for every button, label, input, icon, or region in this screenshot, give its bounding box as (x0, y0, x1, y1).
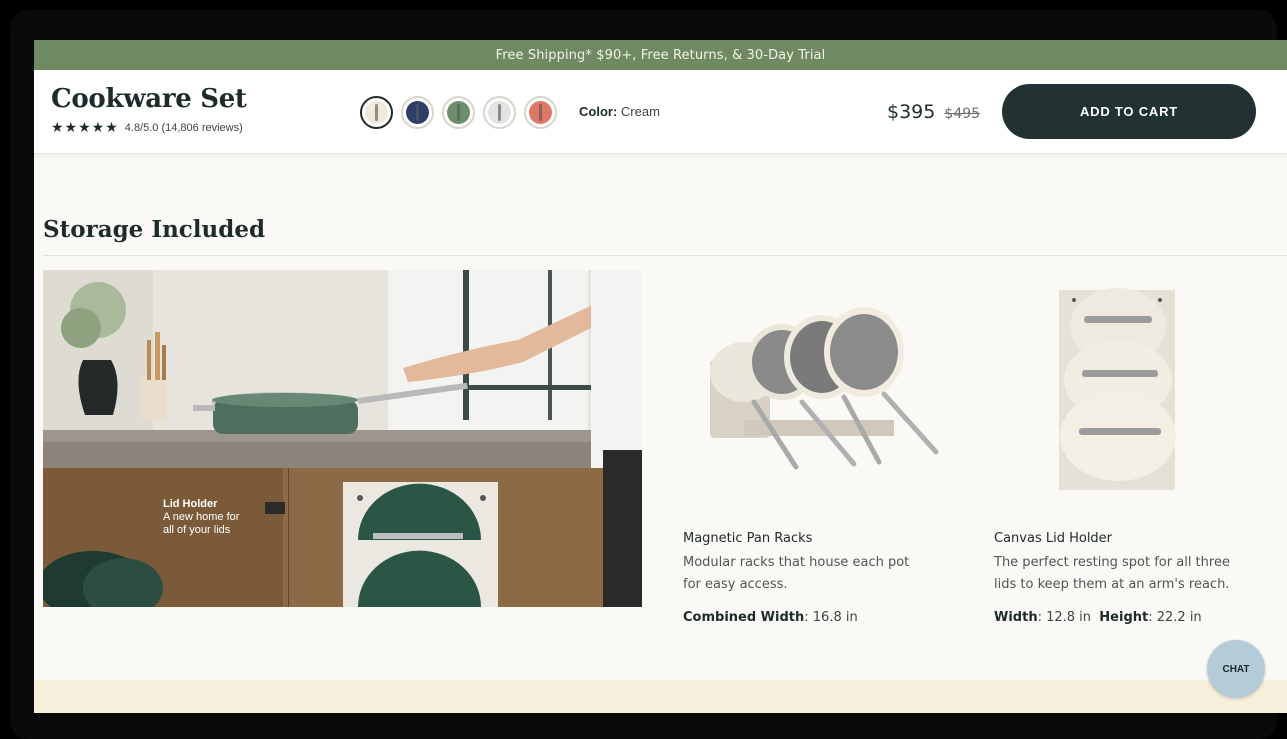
swatch-terracotta[interactable] (524, 96, 557, 129)
hero-caption: Lid Holder A new home for all of your li… (163, 498, 239, 537)
swatch-sage[interactable] (442, 96, 475, 129)
chat-button[interactable]: CHAT (1207, 640, 1265, 698)
dimension-height-label: Height (1099, 610, 1149, 625)
promo-text: Free Shipping* $90+, Free Returns, & 30-… (495, 47, 826, 63)
color-label-key: Color: (579, 104, 618, 119)
product-description: Modular racks that house each pot for ea… (683, 552, 973, 596)
color-label-value: Cream (620, 104, 660, 119)
product-title: Cookware Set (51, 84, 247, 114)
swatch-cream-color (365, 101, 388, 124)
kitchen-hero-image: Lid Holder A new home for all of your li… (43, 270, 642, 607)
dimension-value: : 16.8 in (804, 610, 858, 625)
product-name: Canvas Lid Holder (994, 531, 1113, 546)
section-divider (43, 255, 1287, 256)
next-section-band (34, 680, 1287, 713)
price: $395 $495 (887, 101, 980, 123)
product-name: Magnetic Pan Racks (683, 531, 813, 546)
product-sticky-bar: Cookware Set ★★★★★ 4.8/5.0 (14,806 revie… (34, 70, 1287, 154)
swatch-cream[interactable] (360, 96, 393, 129)
dimension-label: Combined Width (683, 610, 805, 625)
kitchen-illustration (43, 270, 642, 607)
rating[interactable]: ★★★★★ 4.8/5.0 (14,806 reviews) (51, 119, 243, 136)
dimension-height-value: : 22.2 in (1148, 610, 1202, 625)
hero-caption-line2: all of your lids (163, 524, 231, 536)
pan-racks-illustration (710, 307, 939, 470)
swatch-gray-color (488, 101, 511, 124)
rating-stars-icon: ★★★★★ (51, 119, 119, 135)
hero-caption-title: Lid Holder (163, 498, 218, 510)
product-dimensions: Width: 12.8 in Height: 22.2 in (994, 610, 1284, 625)
product-description-line1: The perfect resting spot for all three (994, 555, 1230, 570)
product-card-pan-racks: Magnetic Pan Racks Modular racks that ho… (683, 531, 973, 625)
canvas-lid-holder-image (1054, 288, 1184, 503)
rating-text: 4.8/5.0 (14,806 reviews) (124, 121, 243, 134)
browser-viewport: Free Shipping* $90+, Free Returns, & 30-… (34, 40, 1287, 713)
section-title: Storage Included (43, 216, 266, 243)
price-current: $395 (887, 101, 936, 123)
add-to-cart-button[interactable]: ADD TO CART (1002, 84, 1256, 139)
product-description-line1: Modular racks that house each pot (683, 555, 910, 570)
swatch-sage-color (447, 101, 470, 124)
product-dimensions: Combined Width: 16.8 in (683, 610, 973, 625)
dimension-width-label: Width (994, 610, 1038, 625)
promo-banner: Free Shipping* $90+, Free Returns, & 30-… (34, 40, 1287, 70)
color-swatches (360, 96, 557, 129)
product-card-lid-holder: Canvas Lid Holder The perfect resting sp… (994, 531, 1284, 625)
lid-holder-illustration (1059, 288, 1176, 490)
color-label: Color: Cream (579, 104, 660, 119)
hero-caption-line1: A new home for (163, 511, 240, 523)
product-description-line2: for easy access. (683, 577, 788, 592)
swatch-navy[interactable] (401, 96, 434, 129)
swatch-navy-color (406, 101, 429, 124)
swatch-gray[interactable] (483, 96, 516, 129)
product-description: The perfect resting spot for all three l… (994, 552, 1284, 596)
pan-racks-image (704, 302, 944, 477)
product-description-line2: lids to keep them at an arm's reach. (994, 577, 1230, 592)
swatch-terracotta-color (529, 101, 552, 124)
dimension-width-value: : 12.8 in (1037, 610, 1092, 625)
price-original: $495 (944, 106, 981, 122)
